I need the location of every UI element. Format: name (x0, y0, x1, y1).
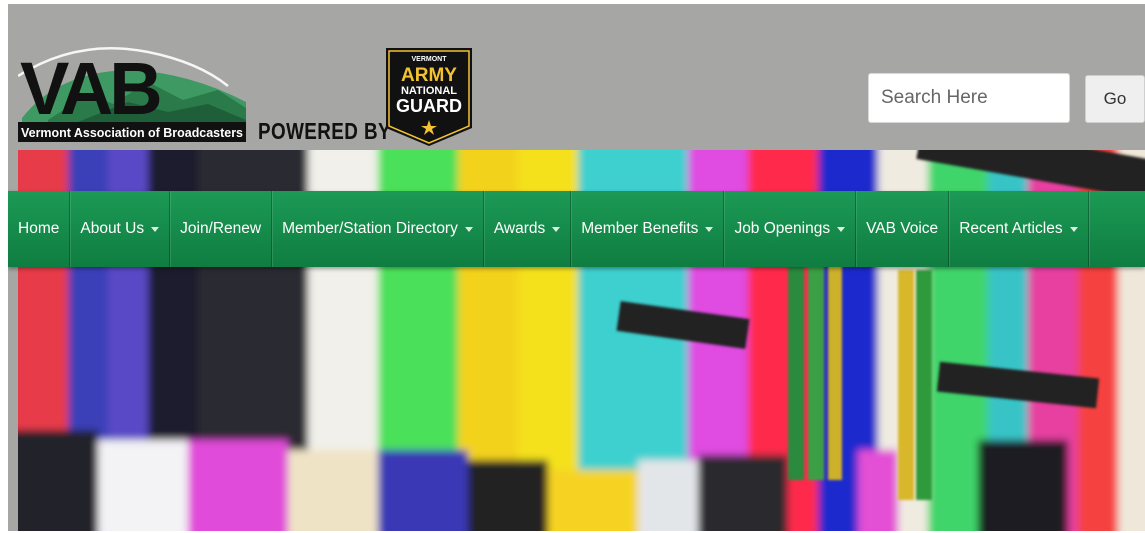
nav-item-job-openings[interactable]: Job Openings (724, 191, 857, 267)
nav-item-about-us[interactable]: About Us (70, 191, 171, 267)
nav-item-member-station-directory[interactable]: Member/Station Directory (272, 191, 484, 267)
guard-line1: ARMY (401, 65, 457, 86)
army-national-guard-logo[interactable]: VERMONT ARMY NATIONAL GUARD (386, 48, 472, 146)
logo-acronym: VAB (20, 47, 160, 130)
powered-by-text: POWERED BY (258, 118, 391, 144)
main-nav: Home About Us Join/Renew Member/Station … (8, 191, 1145, 267)
caret-down-icon (1069, 226, 1078, 232)
nav-item-recent-articles[interactable]: Recent Articles (949, 191, 1089, 267)
nav-label: Recent Articles (959, 220, 1063, 237)
nav-item-member-benefits[interactable]: Member Benefits (571, 191, 725, 267)
nav-label: Awards (493, 220, 546, 237)
vab-logo[interactable]: VAB Vermont Association of Broadcasters (18, 42, 246, 146)
nav-label: Member Benefits (581, 220, 699, 237)
caret-down-icon (837, 226, 846, 232)
page-frame: VAB Vermont Association of Broadcasters … (8, 4, 1145, 531)
nav-item-vab-voice[interactable]: VAB Voice (856, 191, 950, 267)
nav-label: Join/Renew (180, 220, 262, 237)
nav-label: Member/Station Directory (282, 220, 458, 237)
caret-down-icon (464, 226, 473, 232)
nav-label: Home (18, 220, 60, 237)
nav-item-home[interactable]: Home (8, 191, 71, 267)
nav-item-awards[interactable]: Awards (484, 191, 572, 267)
nav-item-join-renew[interactable]: Join/Renew (170, 191, 273, 267)
caret-down-icon (151, 226, 160, 232)
search-input[interactable] (868, 73, 1070, 123)
search-go-button[interactable]: Go (1085, 75, 1145, 123)
caret-down-icon (705, 226, 714, 232)
nav-label: Job Openings (734, 220, 831, 237)
logo-name: Vermont Association of Broadcasters (21, 125, 243, 140)
caret-down-icon (552, 226, 561, 232)
nav-label: About Us (80, 220, 145, 237)
guard-line3: GUARD (396, 96, 462, 116)
guard-top-text: VERMONT (412, 56, 448, 63)
nav-label: VAB Voice (866, 220, 939, 237)
